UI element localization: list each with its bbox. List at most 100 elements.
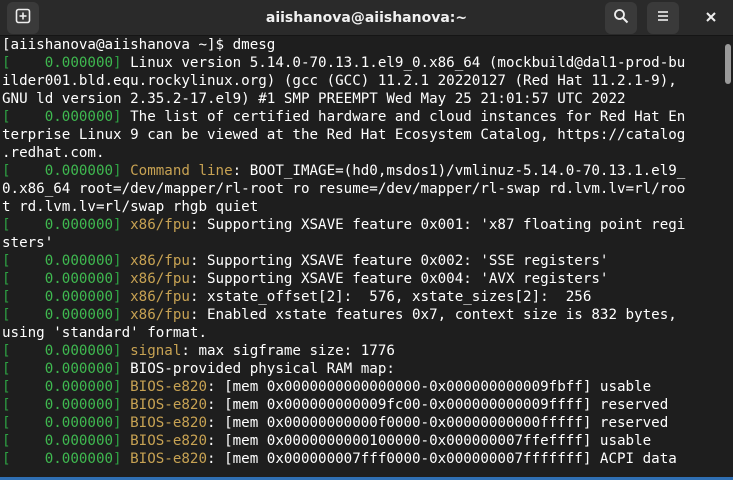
log-text: terprise Linux 9 can be viewed at the Re… bbox=[2, 127, 686, 143]
log-line: terprise Linux 9 can be viewed at the Re… bbox=[0, 126, 722, 144]
bracket-open: [ bbox=[2, 109, 11, 125]
log-text: using 'standard' format. bbox=[2, 325, 207, 341]
subsystem: signal bbox=[121, 343, 182, 359]
log-line: [ 0.000000] BIOS-e820: [mem 0x000000007f… bbox=[0, 450, 722, 468]
subsystem: BIOS-e820 bbox=[121, 451, 208, 467]
subsystem: BIOS-e820 bbox=[121, 379, 208, 395]
log-line: [ 0.000000] BIOS-e820: [mem 0x0000000000… bbox=[0, 378, 722, 396]
bracket-open: [ bbox=[2, 397, 11, 413]
menu-button[interactable] bbox=[647, 2, 679, 34]
bracket-open: [ bbox=[2, 217, 11, 233]
log-line: ilder001.bld.equ.rockylinux.org) (gcc (G… bbox=[0, 72, 722, 90]
bracket-open: [ bbox=[2, 415, 11, 431]
bracket-close: ] bbox=[113, 289, 122, 305]
bracket-close: ] bbox=[113, 163, 122, 179]
timestamp: 0.000000 bbox=[10, 451, 114, 467]
timestamp: 0.000000 bbox=[10, 415, 114, 431]
log-line: t rd.lvm.lv=rl/swap rhgb quiet bbox=[0, 198, 722, 216]
log-text: .redhat.com. bbox=[2, 145, 105, 161]
log-line: [ 0.000000] x86/fpu: xstate_offset[2]: 5… bbox=[0, 288, 722, 306]
subsystem: BIOS-e820 bbox=[121, 433, 208, 449]
timestamp: 0.000000 bbox=[10, 253, 114, 269]
bracket-open: [ bbox=[2, 307, 11, 323]
log-text: ilder001.bld.equ.rockylinux.org) (gcc (G… bbox=[2, 73, 677, 89]
timestamp: 0.000000 bbox=[10, 307, 114, 323]
log-text: : BOOT_IMAGE=(hd0,msdos1)/vmlinuz-5.14.0… bbox=[232, 163, 686, 179]
close-button[interactable] bbox=[695, 2, 727, 34]
close-icon bbox=[704, 9, 718, 28]
search-button[interactable] bbox=[605, 2, 637, 34]
subsystem: BIOS-e820 bbox=[121, 415, 208, 431]
bracket-close: ] bbox=[113, 55, 122, 71]
log-line: GNU ld version 2.35.2-17.el9) #1 SMP PRE… bbox=[0, 90, 722, 108]
subsystem: x86/fpu bbox=[121, 217, 190, 233]
log-line: [ 0.000000] x86/fpu: Enabled xstate feat… bbox=[0, 306, 722, 324]
subsystem: x86/fpu bbox=[121, 253, 190, 269]
log-text: sters' bbox=[2, 235, 54, 251]
log-text: : [mem 0x000000000009fc00-0x000000000009… bbox=[207, 397, 669, 413]
bracket-open: [ bbox=[2, 271, 11, 287]
search-icon bbox=[613, 8, 629, 28]
bracket-open: [ bbox=[2, 289, 11, 305]
log-text: : Supporting XSAVE feature 0x004: 'AVX r… bbox=[189, 271, 609, 287]
bracket-open: [ bbox=[2, 451, 11, 467]
log-text: BIOS-provided physical RAM map: bbox=[121, 361, 395, 377]
log-line: sters' bbox=[0, 234, 722, 252]
log-line: 0.x86_64 root=/dev/mapper/rl-root ro res… bbox=[0, 180, 722, 198]
log-text: t rd.lvm.lv=rl/swap rhgb quiet bbox=[2, 199, 259, 215]
log-line: [ 0.000000] x86/fpu: Supporting XSAVE fe… bbox=[0, 270, 722, 288]
subsystem: BIOS-e820 bbox=[121, 397, 208, 413]
timestamp: 0.000000 bbox=[10, 109, 114, 125]
log-line: .redhat.com. bbox=[0, 144, 722, 162]
bracket-close: ] bbox=[113, 379, 122, 395]
log-text: Linux version 5.14.0-70.13.1.el9_0.x86_6… bbox=[121, 55, 686, 71]
scrollbar-thumb[interactable] bbox=[725, 44, 731, 84]
log-line: using 'standard' format. bbox=[0, 324, 722, 342]
log-line: [ 0.000000] BIOS-e820: [mem 0x0000000000… bbox=[0, 432, 722, 450]
bracket-close: ] bbox=[113, 397, 122, 413]
log-text: : Enabled xstate features 0x7, context s… bbox=[189, 307, 677, 323]
bracket-close: ] bbox=[113, 307, 122, 323]
bracket-close: ] bbox=[113, 109, 122, 125]
bracket-close: ] bbox=[113, 433, 122, 449]
log-line: [ 0.000000] BIOS-e820: [mem 0x0000000000… bbox=[0, 414, 722, 432]
bracket-open: [ bbox=[2, 433, 11, 449]
bracket-open: [ bbox=[2, 379, 11, 395]
timestamp: 0.000000 bbox=[10, 379, 114, 395]
bracket-close: ] bbox=[113, 217, 122, 233]
log-line: [ 0.000000] BIOS-e820: [mem 0x0000000000… bbox=[0, 396, 722, 414]
log-line: [ 0.000000] The list of certified hardwa… bbox=[0, 108, 722, 126]
bracket-close: ] bbox=[113, 415, 122, 431]
hamburger-menu-icon bbox=[655, 8, 671, 28]
terminal-output[interactable]: [aiishanova@aiishanova ~]$ dmesg [ 0.000… bbox=[0, 36, 722, 480]
shell-prompt: [aiishanova@aiishanova ~]$ dmesg bbox=[2, 37, 276, 53]
log-text: : max sigframe size: 1776 bbox=[181, 343, 395, 359]
log-text: 0.x86_64 root=/dev/mapper/rl-root ro res… bbox=[2, 181, 686, 197]
log-text: : [mem 0x00000000000f0000-0x00000000000f… bbox=[207, 415, 669, 431]
terminal-scrollbar[interactable] bbox=[722, 36, 733, 480]
log-line: [ 0.000000] signal: max sigframe size: 1… bbox=[0, 342, 722, 360]
log-text: : [mem 0x000000007fff0000-0x000000007fff… bbox=[207, 451, 677, 467]
log-text: : [mem 0x0000000000000000-0x000000000009… bbox=[207, 379, 652, 395]
dmesg-log: [ 0.000000] Linux version 5.14.0-70.13.1… bbox=[0, 54, 722, 468]
timestamp: 0.000000 bbox=[10, 433, 114, 449]
bracket-open: [ bbox=[2, 361, 11, 377]
log-text: : xstate_offset[2]: 576, xstate_sizes[2]… bbox=[189, 289, 592, 305]
bracket-close: ] bbox=[113, 343, 122, 359]
bracket-open: [ bbox=[2, 343, 11, 359]
log-line: [ 0.000000] BIOS-provided physical RAM m… bbox=[0, 360, 722, 378]
log-text: : Supporting XSAVE feature 0x001: 'x87 f… bbox=[189, 217, 686, 233]
bracket-close: ] bbox=[113, 271, 122, 287]
subsystem: Command line bbox=[121, 163, 233, 179]
timestamp: 0.000000 bbox=[10, 163, 114, 179]
log-text: : [mem 0x0000000000100000-0x000000007ffe… bbox=[207, 433, 652, 449]
log-line: [ 0.000000] Linux version 5.14.0-70.13.1… bbox=[0, 54, 722, 72]
bracket-close: ] bbox=[113, 361, 122, 377]
log-text: : Supporting XSAVE feature 0x002: 'SSE r… bbox=[189, 253, 609, 269]
bracket-open: [ bbox=[2, 55, 11, 71]
new-tab-button[interactable] bbox=[7, 2, 39, 34]
log-text: The list of certified hardware and cloud… bbox=[121, 109, 686, 125]
subsystem: x86/fpu bbox=[121, 307, 190, 323]
timestamp: 0.000000 bbox=[10, 217, 114, 233]
timestamp: 0.000000 bbox=[10, 55, 114, 71]
